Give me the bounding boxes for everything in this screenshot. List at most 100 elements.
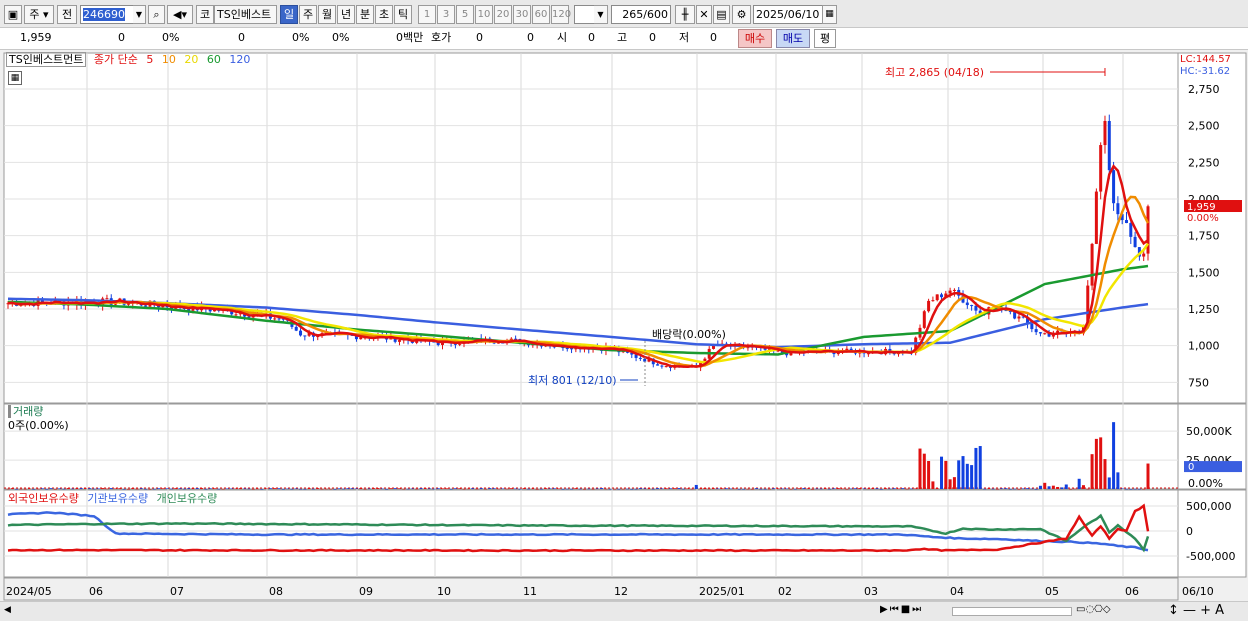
volume-bar: [909, 488, 913, 490]
volume-bar: [445, 488, 449, 489]
table-icon[interactable]: ▦: [8, 71, 22, 85]
volume-bar: [621, 488, 625, 490]
playback-controls[interactable]: ▶⏮■⏭: [880, 604, 952, 619]
volume-bar: [978, 446, 982, 489]
zoom-slider[interactable]: [952, 607, 1072, 616]
stock-chart[interactable]: 2024/05 06 07 08 09 10 11 12 2025/01 02 03 04 05 06 06…: [0, 51, 1248, 601]
volume-bar: [660, 488, 664, 489]
candle-body: [948, 290, 952, 294]
interval-tab-20[interactable]: 20: [494, 5, 512, 24]
volume-bar: [36, 488, 40, 490]
volume-bar: [1064, 484, 1068, 489]
candle-body: [1107, 120, 1111, 171]
interval-tab-5[interactable]: 5: [456, 5, 474, 24]
interval-dropdown-icon[interactable]: ▼: [594, 5, 608, 24]
average-button[interactable]: 평: [814, 29, 836, 48]
volume-bar: [131, 488, 135, 489]
volume-bar: [535, 488, 539, 490]
volume-bar: [28, 488, 32, 490]
volume-bar: [823, 488, 827, 489]
price-change: 0: [118, 31, 125, 44]
code-button[interactable]: 코: [196, 5, 214, 24]
gear-icon[interactable]: ⚙: [732, 5, 751, 24]
interval-tab-3[interactable]: 3: [437, 5, 455, 24]
stock-name-field[interactable]: TS인베스트: [214, 5, 277, 24]
volume-bar: [105, 488, 109, 490]
volume-bar: [234, 488, 238, 489]
volume-bar: [561, 488, 565, 490]
volume-bar: [1051, 485, 1055, 489]
count-field[interactable]: 265/600: [611, 5, 671, 24]
period-tab-3[interactable]: 년: [337, 5, 355, 24]
volume-bar: [273, 488, 277, 489]
save-icon[interactable]: ▤: [713, 5, 730, 24]
volume-bar: [1013, 488, 1017, 490]
volume-bar: [152, 488, 156, 490]
prev-button[interactable]: 전: [57, 5, 77, 24]
candle-body: [965, 302, 969, 306]
search-icon[interactable]: ⌕: [148, 5, 165, 24]
low-value: 0: [710, 31, 717, 44]
interval-tab-120[interactable]: 120: [551, 5, 571, 24]
period-tab-0[interactable]: 일: [280, 5, 298, 24]
volume-bar: [337, 488, 341, 489]
candle-body: [1129, 223, 1133, 237]
candle-body: [1133, 236, 1137, 248]
period-tab-2[interactable]: 월: [318, 5, 336, 24]
holding-axis-label: 500,000: [1186, 500, 1232, 513]
volume-bar: [1004, 488, 1008, 489]
x-tick-label: 06: [1125, 585, 1139, 598]
calendar-icon[interactable]: ▦: [822, 5, 837, 24]
volume-bar: [385, 488, 389, 490]
date-field[interactable]: 2025/06/10: [753, 5, 823, 24]
interval-tab-10[interactable]: 10: [475, 5, 493, 24]
volume-bar: [342, 488, 346, 490]
period-tab-1[interactable]: 주: [299, 5, 317, 24]
volume-bar: [905, 488, 909, 490]
volume-bar: [879, 488, 883, 490]
volume-bar: [496, 488, 500, 490]
volume-bar: [53, 488, 57, 490]
volume-bar: [617, 488, 621, 490]
period-tab-6[interactable]: 틱: [394, 5, 412, 24]
code-dropdown-icon[interactable]: ▼: [133, 5, 146, 24]
period-tab-4[interactable]: 분: [356, 5, 374, 24]
volume-bar: [15, 488, 19, 490]
ma20-legend: 20: [184, 53, 199, 66]
candle-body: [974, 305, 978, 311]
interval-tab-1[interactable]: 1: [418, 5, 436, 24]
volume-bar: [58, 488, 62, 489]
volume-bar: [970, 465, 974, 489]
market-select[interactable]: 주 ▾: [24, 5, 54, 24]
volume-bar: [66, 488, 70, 489]
volume-percent: 0%: [292, 31, 310, 44]
sell-button[interactable]: 매도: [776, 29, 810, 48]
zoom-icons[interactable]: ▭◌⎔◇: [1076, 604, 1136, 619]
stock-name-legend[interactable]: TS인베스트먼트: [6, 52, 87, 67]
speaker-icon[interactable]: ◀▾: [167, 5, 193, 24]
candle-body: [664, 366, 668, 368]
volume-bar: [126, 488, 130, 490]
volume-bar: [307, 488, 311, 489]
interval-tab-30[interactable]: 30: [513, 5, 531, 24]
crosshair-icon[interactable]: ✕: [696, 5, 712, 24]
volume-bar: [453, 488, 457, 489]
volume-bar: [957, 460, 961, 489]
layout-icon[interactable]: ▣: [4, 5, 22, 24]
zoom-buttons[interactable]: ↕ — + A: [1168, 603, 1244, 620]
ma60-legend: 60: [206, 53, 221, 66]
buy-button[interactable]: 매수: [738, 29, 772, 48]
volume-bar: [114, 488, 118, 489]
volume-bar: [724, 488, 728, 489]
trade-amount: 0백만: [396, 31, 424, 44]
interval-tab-60[interactable]: 60: [532, 5, 550, 24]
volume-bar: [716, 488, 720, 489]
scroll-left-icon[interactable]: ◀: [4, 605, 16, 618]
volume-bar: [1112, 422, 1116, 489]
period-tab-5[interactable]: 초: [375, 5, 393, 24]
volume-bar: [359, 488, 363, 489]
candle-body: [656, 364, 660, 366]
volume-bar: [694, 484, 698, 489]
volume-bar: [1146, 463, 1150, 489]
candle-type-icon[interactable]: ╫: [675, 5, 695, 24]
